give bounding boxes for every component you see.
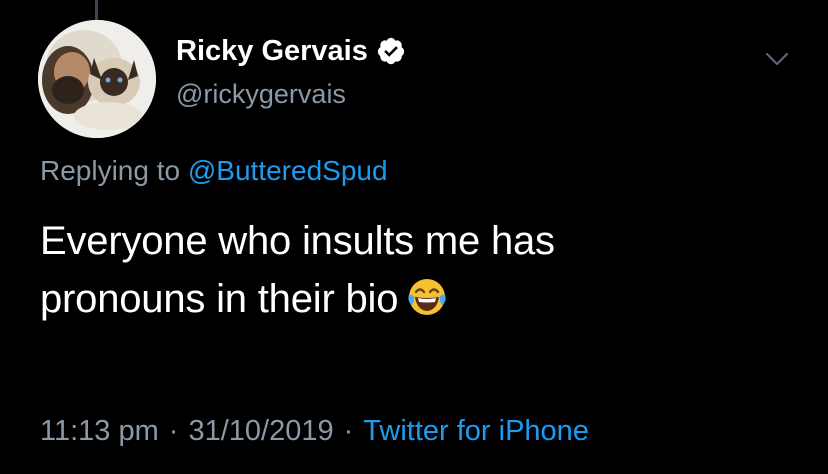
replying-to-line: Replying to @ButteredSpud: [40, 154, 388, 188]
author-display-name[interactable]: Ricky Gervais: [176, 34, 368, 68]
face-with-tears-of-joy-emoji: [408, 279, 446, 315]
replying-to-handle-link[interactable]: @ButteredSpud: [188, 155, 388, 186]
tweet-text: Everyone who insults me has pronouns in …: [40, 212, 800, 328]
avatar-photo: [38, 20, 156, 138]
tweet-text-line: pronouns in their bio: [40, 277, 399, 321]
tweet-date[interactable]: 31/10/2019: [188, 415, 333, 447]
avatar[interactable]: [38, 20, 156, 138]
tweet-metadata: 11:13 pm · 31/10/2019 · Twitter for iPhone: [40, 414, 589, 448]
tweet-text-line-with-emoji: pronouns in their bio: [40, 270, 800, 328]
meta-separator: ·: [343, 415, 354, 447]
thread-connector-line: [95, 0, 98, 22]
tweet-text-line: Everyone who insults me has: [40, 219, 555, 263]
replying-to-label: Replying to: [40, 155, 181, 186]
tweet-source-link[interactable]: Twitter for iPhone: [363, 415, 589, 447]
author-handle[interactable]: @rickygervais: [176, 78, 346, 110]
verified-badge-icon: [377, 37, 404, 65]
tweet-time[interactable]: 11:13 pm: [40, 415, 159, 447]
chevron-down-icon[interactable]: [762, 48, 792, 70]
author-name-row[interactable]: Ricky Gervais: [176, 34, 406, 68]
meta-separator: ·: [168, 415, 179, 447]
